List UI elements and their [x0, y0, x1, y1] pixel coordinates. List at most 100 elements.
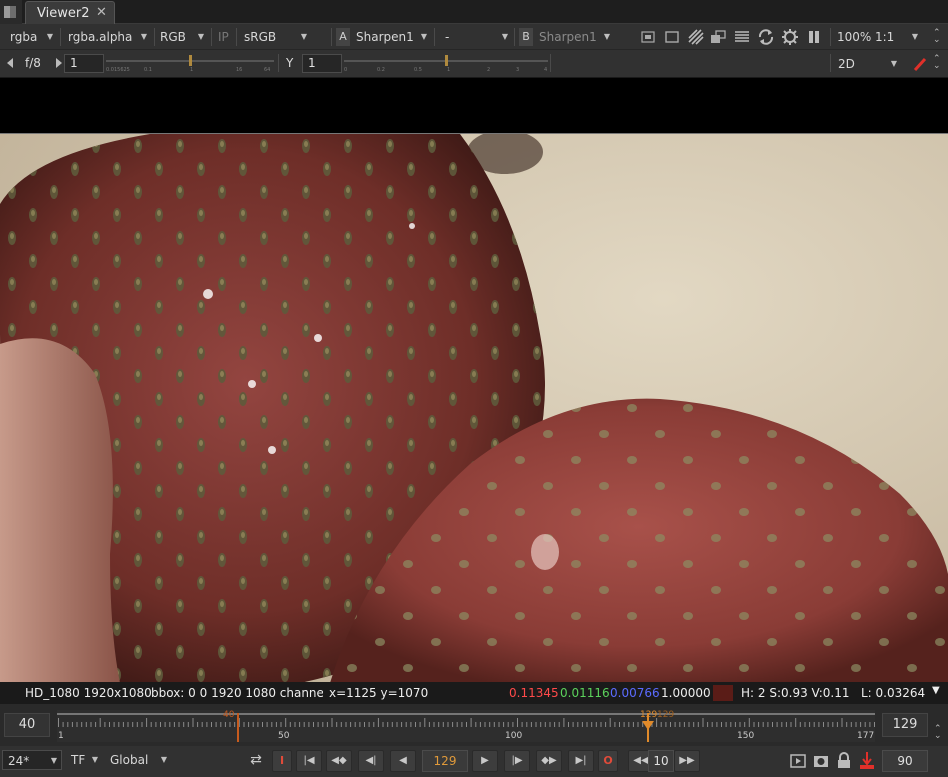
input-process-toggle[interactable]: IP — [213, 27, 235, 47]
lock-icon[interactable] — [836, 752, 852, 769]
alpha-dropdown[interactable]: rgba.alpha ▼ — [63, 27, 151, 47]
capture-icon[interactable] — [813, 753, 829, 769]
gain-slider[interactable]: 0.015625 0.1 1 16 64 — [106, 54, 274, 73]
ruler-tick — [841, 718, 843, 727]
ruler-baseline — [57, 713, 875, 715]
display-channels-dropdown[interactable]: RGB ▼ — [155, 27, 208, 47]
ruler-tick — [95, 722, 97, 727]
ruler-tick — [670, 722, 671, 727]
luminance-info: L: 0.03264 — [861, 686, 926, 700]
ruler-tick — [493, 722, 495, 727]
next-keyframe-button[interactable]: ◆▶ — [536, 750, 562, 772]
ruler-tick — [470, 718, 472, 727]
gamma-slider-handle[interactable] — [445, 55, 448, 66]
flipbook-icon[interactable] — [790, 753, 806, 769]
go-to-start-button[interactable]: |◀ — [296, 750, 322, 772]
ruler-tick — [331, 718, 333, 727]
gamma-tick: 0.2 — [377, 67, 385, 73]
fps-dropdown[interactable]: 24* ▼ — [2, 750, 62, 770]
ratio-value: 1:1 — [875, 30, 895, 44]
tab-viewer2[interactable]: Viewer2 ✕ — [25, 1, 115, 24]
frame-icon[interactable] — [664, 29, 680, 45]
ruler-tick — [535, 722, 537, 727]
paint-brush-icon[interactable] — [913, 57, 927, 71]
gamma-field[interactable]: 1 — [302, 54, 342, 73]
set-out-point-button[interactable]: O — [598, 750, 618, 772]
viewer-canvas[interactable] — [0, 78, 948, 682]
ruler-tick — [419, 722, 421, 727]
playback-mode-icon[interactable]: ⇄ — [243, 750, 269, 772]
layer-dropdown[interactable]: rgba ▼ — [5, 27, 57, 47]
ruler-tick — [526, 722, 528, 727]
ruler-tick — [447, 722, 449, 727]
ruler-tick — [730, 722, 732, 727]
green-value: 0.01116 — [560, 686, 610, 700]
play-backward-button[interactable]: ◀ — [390, 750, 416, 772]
gain-slider-handle[interactable] — [189, 55, 192, 66]
compare-mode-dropdown[interactable]: - ▼ — [440, 27, 512, 47]
skip-increment-field[interactable]: 10 — [648, 750, 674, 772]
b-input-dropdown[interactable]: Sharpen1 ▼ — [534, 27, 614, 47]
previous-keyframe-button[interactable]: ◀◆ — [326, 750, 352, 772]
toolbar-collapse-icon[interactable]: ⌃ ⌄ — [933, 29, 941, 45]
safe-area-icon[interactable] — [640, 29, 656, 45]
chevron-down-icon[interactable]: ▼ — [932, 685, 940, 696]
a-input-label: A — [336, 28, 350, 46]
scanlines-icon[interactable] — [734, 29, 750, 45]
checkerboard-icon[interactable] — [688, 29, 704, 45]
fstop-label: f/8 — [25, 56, 41, 70]
viewer-toolbar-top: rgba ▼ rgba.alpha ▼ RGB ▼ IP sRGB ▼ A Sharpe… — [0, 24, 948, 50]
ruler-tick — [586, 722, 588, 727]
ruler-tick — [813, 722, 815, 727]
timeline-collapse-icon[interactable]: ⌃ ⌄ — [934, 725, 942, 741]
play-forward-button[interactable]: ▶ — [472, 750, 498, 772]
timecode-dropdown[interactable]: TF ▼ — [66, 750, 102, 770]
close-icon[interactable]: ✕ — [96, 5, 107, 20]
ruler-tick — [257, 722, 259, 727]
ruler-tick — [827, 722, 829, 727]
step-forward-button[interactable]: |▶ — [504, 750, 530, 772]
ruler-tick — [410, 722, 412, 727]
lut-dropdown[interactable]: sRGB ▼ — [239, 27, 311, 47]
out-point-field[interactable]: 129 — [882, 713, 928, 737]
ruler-tick — [804, 722, 806, 727]
toolbar-collapse-icon[interactable]: ⌃ ⌄ — [933, 55, 941, 71]
ruler-tick — [275, 722, 277, 727]
ruler-tick — [855, 722, 857, 727]
go-to-end-button[interactable]: ▶| — [568, 750, 594, 772]
input-process-icon[interactable] — [858, 751, 876, 771]
current-frame-field[interactable]: 129 — [422, 750, 468, 772]
blue-value: 0.00766 — [610, 686, 660, 700]
range-end-field[interactable]: 90 — [882, 750, 928, 772]
refresh-icon[interactable] — [757, 28, 775, 46]
step-back-button[interactable]: ◀| — [358, 750, 384, 772]
gear-icon[interactable] — [781, 28, 799, 46]
b-input-value: Sharpen1 — [539, 30, 597, 44]
ruler-tick — [721, 722, 722, 727]
sync-dropdown[interactable]: Global ▼ — [105, 750, 171, 770]
a-input-dropdown[interactable]: Sharpen1 ▼ — [351, 27, 431, 47]
gamma-slider[interactable]: 0 0.2 0.5 1 2 3 4 — [344, 54, 548, 73]
pane-menu-icon[interactable] — [0, 0, 22, 24]
ratio-dropdown[interactable]: 1:1 ▼ — [870, 27, 922, 47]
frame-ruler[interactable]: 40 129 129 1 50 100 150 177 — [57, 710, 875, 745]
pause-icon[interactable] — [806, 29, 822, 45]
ruler-tick — [345, 722, 347, 727]
ruler-tick — [711, 722, 713, 727]
ruler-tick — [595, 722, 597, 727]
roi-icon[interactable] — [710, 29, 726, 45]
ruler-tick — [215, 722, 217, 727]
fstop-decrement-icon[interactable] — [6, 58, 14, 68]
ruler-tick — [591, 722, 593, 727]
ip-label: IP — [218, 30, 229, 44]
gain-field[interactable]: 1 — [64, 54, 104, 73]
view-mode-dropdown[interactable]: 2D ▼ — [833, 54, 901, 74]
zoom-dropdown[interactable]: 100% — [832, 27, 871, 47]
ruler-tick — [452, 722, 454, 727]
set-in-point-button[interactable]: I — [272, 750, 292, 772]
ruler-label: 50 — [278, 731, 290, 741]
fstop-increment-icon[interactable] — [55, 58, 63, 68]
skip-forward-button[interactable]: ▶▶ — [674, 750, 700, 772]
in-point-field[interactable]: 40 — [4, 713, 50, 737]
gamma-tick: 0 — [344, 67, 348, 73]
